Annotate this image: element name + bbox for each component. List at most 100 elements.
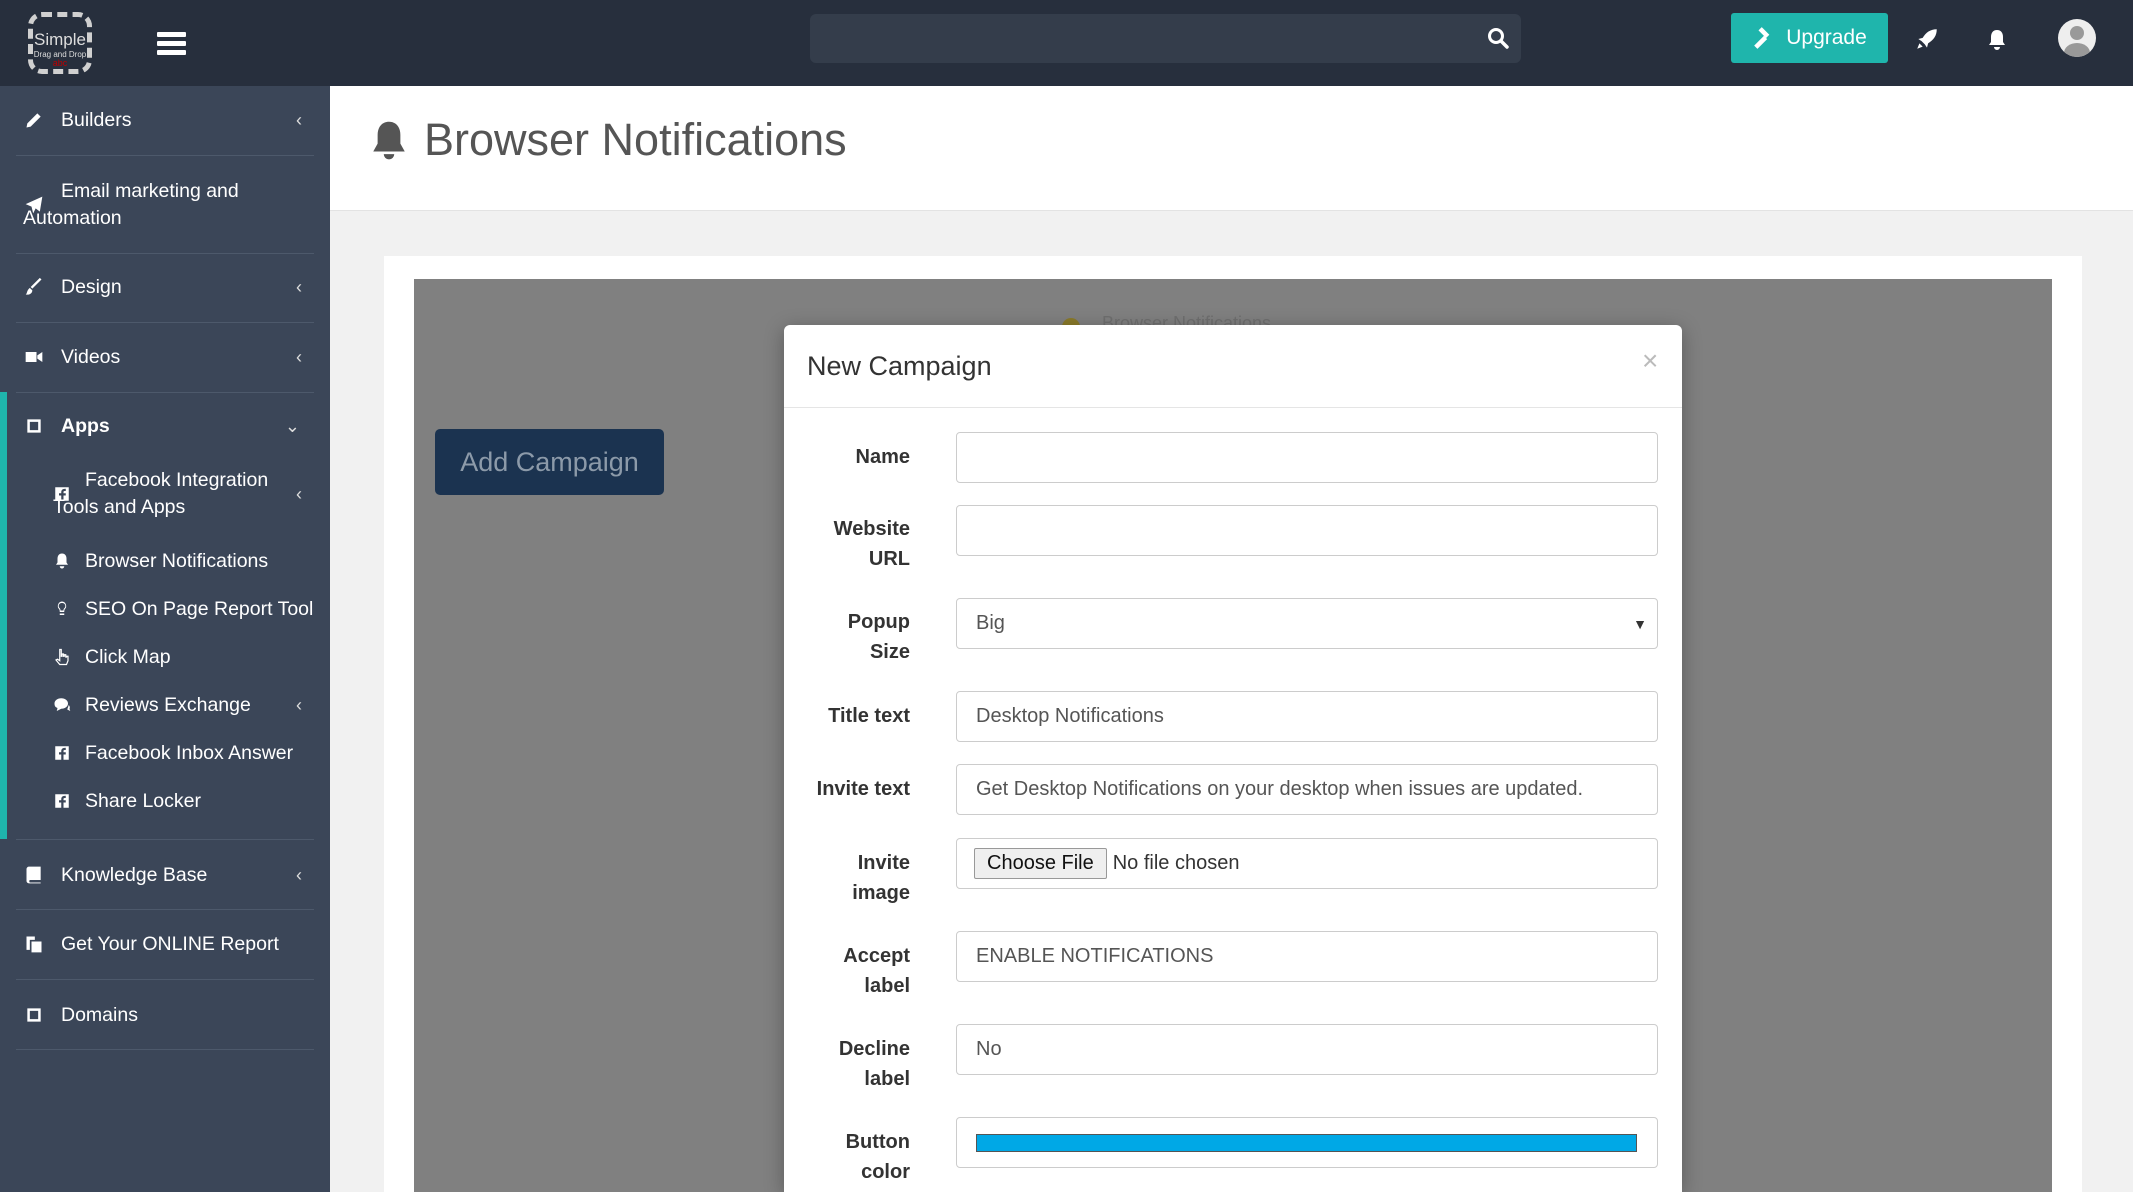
chevron-icon: ‹ — [296, 483, 302, 504]
sidebar-item-label: Facebook Integration Tools and Apps — [53, 469, 269, 518]
sidebar-item-facebook-inbox-answer[interactable]: Facebook Inbox Answer — [0, 736, 330, 770]
choose-file-button[interactable]: Choose File — [974, 848, 1107, 879]
sidebar-item-label: Apps — [61, 414, 110, 437]
sidebar-item-label: SEO On Page Report Tool — [85, 597, 314, 620]
facebook-icon — [55, 746, 69, 760]
modal-title: New Campaign — [807, 351, 992, 381]
sidebar-item-label: Design — [61, 275, 122, 298]
popup-size-label: Popup Size — [847, 611, 910, 663]
sidebar-item-seo-on-page-report-tool[interactable]: SEO On Page Report Tool — [0, 592, 330, 626]
logo[interactable]: Simple Drag and Drop abc — [28, 12, 92, 74]
name-input[interactable] — [956, 432, 1658, 483]
brush-icon — [25, 277, 42, 295]
search-icon[interactable] — [1486, 26, 1510, 50]
new-campaign-modal: New Campaign × Name Website URL Popup Size… — [784, 325, 1682, 1192]
sidebar-item-builders[interactable]: Builders ‹ — [0, 98, 330, 142]
sidebar-item-design[interactable]: Design ‹ — [0, 262, 330, 312]
sidebar-divider — [16, 253, 314, 254]
sidebar-item-label: Browser Notifications — [85, 549, 269, 572]
copy-icon — [26, 936, 42, 953]
facebook-icon — [55, 794, 69, 808]
square-icon — [27, 1008, 41, 1022]
sidebar-item-label: Facebook Inbox Answer — [85, 741, 294, 764]
sidebar-item-email-marketing-and[interactable]: Email marketing and Automation — [0, 166, 330, 244]
decline-label-input[interactable] — [956, 1024, 1658, 1075]
sidebar-item-domains[interactable]: Domains — [0, 990, 330, 1040]
search-input[interactable] — [810, 14, 1521, 63]
sidebar-item-label: Share Locker — [85, 789, 201, 812]
close-icon[interactable]: × — [1642, 345, 1658, 377]
title-text-input[interactable] — [956, 691, 1658, 742]
sidebar-divider — [16, 839, 314, 840]
sidebar-item-label: Reviews Exchange — [85, 693, 251, 716]
hand-pointer-icon — [55, 648, 69, 666]
book-icon — [26, 866, 41, 884]
sidebar-item-facebook-integration[interactable]: Facebook Integration Tools and Apps ‹ — [0, 466, 330, 522]
sidebar-item-share-locker[interactable]: Share Locker — [0, 784, 330, 818]
sidebar-item-label: Domains — [61, 1003, 138, 1026]
sidebar-item-videos[interactable]: Videos ‹ — [0, 332, 330, 382]
sidebar-divider — [16, 909, 314, 910]
color-swatch — [976, 1133, 1637, 1152]
lightbulb-icon — [57, 601, 67, 615]
user-avatar[interactable] — [2058, 19, 2096, 57]
popup-size-value: Big — [976, 612, 1005, 634]
top-bar: Simple Drag and Drop abc Upgrade — [0, 0, 2133, 86]
menu-toggle-icon[interactable] — [157, 32, 186, 55]
decline-label: Decline label — [838, 1038, 910, 1090]
caret-down-icon: ▼ — [1633, 615, 1647, 632]
sidebar-item-get-your-online-report[interactable]: Get Your ONLINE Report — [0, 919, 330, 969]
chevron-icon: ‹ — [296, 864, 302, 885]
comments-icon — [54, 698, 71, 711]
button-color-input[interactable] — [956, 1117, 1658, 1168]
rocket-icon[interactable] — [1914, 26, 1940, 52]
logo-mark: abc — [52, 58, 68, 68]
sidebar-divider — [16, 392, 314, 393]
video-camera-icon — [25, 352, 43, 362]
square-icon — [27, 419, 41, 433]
upgrade-label: Upgrade — [1786, 26, 1867, 49]
upgrade-button[interactable]: Upgrade — [1731, 13, 1888, 63]
invite-text-input[interactable] — [956, 764, 1658, 815]
sidebar-divider — [16, 322, 314, 323]
page-title: Browser Notifications — [424, 114, 847, 165]
sidebar-item-label: Videos — [61, 345, 121, 368]
gavel-icon — [1754, 27, 1770, 49]
sidebar-item-label: Get Your ONLINE Report — [61, 932, 279, 955]
chevron-icon: ‹ — [296, 109, 302, 130]
accept-label-input[interactable] — [956, 931, 1658, 982]
sidebar-divider — [16, 155, 314, 156]
file-status: No file chosen — [1112, 852, 1240, 874]
sidebar-item-knowledge-base[interactable]: Knowledge Base ‹ — [0, 850, 330, 900]
pencil-icon — [26, 113, 41, 128]
chevron-icon: ⌄ — [284, 415, 300, 436]
sidebar-item-label: Email marketing and Automation — [23, 180, 239, 229]
sidebar-item-click-map[interactable]: Click Map — [0, 640, 330, 674]
accept-label: Accept label — [843, 945, 910, 997]
website-url-input[interactable] — [956, 505, 1658, 556]
invite-text-label: Invite text — [816, 778, 910, 800]
sidebar-item-label: Builders — [61, 108, 132, 131]
chevron-icon: ‹ — [296, 276, 302, 297]
invite-image-file-input: Choose File No file chosen — [956, 838, 1658, 889]
chevron-icon: ‹ — [296, 346, 302, 367]
chevron-icon: ‹ — [296, 694, 302, 715]
sidebar-item-apps[interactable]: Apps ⌄ — [0, 400, 330, 452]
notifications-bell-icon[interactable] — [1985, 27, 2009, 53]
invite-image-label: Invite image — [852, 852, 910, 904]
bell-icon — [373, 121, 405, 160]
sidebar-item-reviews-exchange[interactable]: Reviews Exchange ‹ — [0, 688, 330, 722]
sidebar-item-label: Click Map — [85, 645, 171, 668]
sidebar-divider — [16, 1049, 314, 1050]
add-campaign-button[interactable]: Add Campaign — [435, 429, 664, 495]
button-color-label: Button color — [845, 1131, 910, 1183]
sidebar-divider — [16, 979, 314, 980]
website-label: Website URL — [833, 518, 910, 570]
sidebar-item-label: Knowledge Base — [61, 863, 208, 886]
bell-icon — [56, 553, 68, 569]
title-text-label: Title text — [828, 705, 910, 727]
name-label: Name — [855, 446, 910, 468]
popup-size-select[interactable]: Big ▼ — [956, 598, 1658, 649]
logo-text: Simple — [34, 30, 86, 49]
sidebar-item-browser-notifications[interactable]: Browser Notifications — [0, 544, 330, 578]
